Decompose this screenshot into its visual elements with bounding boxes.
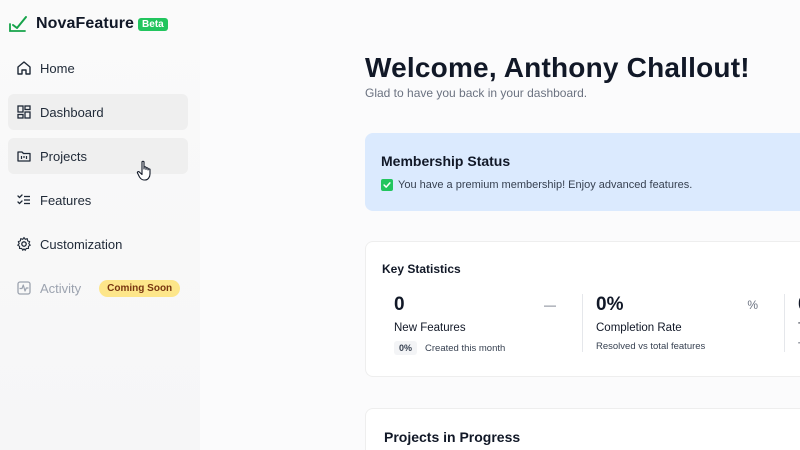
membership-text: You have a premium membership! Enjoy adv…: [398, 179, 693, 191]
stat-subtext: 0% Created this month: [394, 341, 505, 355]
percent-icon: %: [747, 298, 758, 312]
sidebar: NovaFeature Beta Home Dashboard Projects…: [0, 0, 200, 450]
hand-pointer-cursor-icon: [136, 160, 154, 182]
stat-subtext: Resolved vs total features: [596, 341, 705, 352]
coming-soon-badge: Coming Soon: [99, 279, 181, 297]
percent-badge: 0%: [394, 341, 418, 355]
sidebar-item-projects[interactable]: Projects: [8, 138, 188, 174]
sidebar-item-label: Home: [40, 60, 75, 76]
stat-divider: [784, 294, 785, 352]
app-name: NovaFeature: [36, 15, 135, 32]
stat-label: New Features: [394, 322, 466, 334]
sidebar-item-label: Customization: [40, 236, 123, 252]
stat-value: 0: [394, 294, 405, 315]
sidebar-item-home[interactable]: Home: [8, 50, 188, 86]
app-window: NovaFeature Beta Home Dashboard Projects…: [0, 0, 800, 450]
stat-subtext-label: Created this month: [425, 342, 506, 354]
beta-badge: Beta: [138, 17, 168, 31]
stat-subtext-label: Resolved vs total features: [596, 341, 706, 352]
sidebar-item-label: Activity: [40, 280, 82, 296]
projects-title: Projects in Progress: [384, 429, 521, 445]
stat-value: 0%: [596, 294, 624, 315]
page-title: Welcome, Anthony Challout!: [365, 52, 750, 83]
sidebar-item-label: Projects: [40, 148, 87, 164]
key-statistics-card: Key Statistics 0 — New Features 0% Creat…: [365, 241, 800, 377]
stat-new-features: 0 — New Features 0% Created this month: [382, 294, 568, 355]
folder-kanban-icon: [16, 148, 32, 164]
dash-icon: —: [544, 298, 556, 312]
check-mark-icon: [381, 179, 393, 191]
sidebar-nav: Home Dashboard Projects Features Customi…: [8, 50, 188, 314]
stat-divider: [582, 294, 583, 352]
dashboard-grid-icon: [16, 104, 32, 120]
sidebar-item-activity: Activity Coming Soon: [8, 270, 188, 306]
page-subtitle: Glad to have you back in your dashboard.: [365, 86, 588, 100]
stat-label: Completion Rate: [596, 322, 682, 334]
stats-title: Key Statistics: [382, 262, 461, 276]
stat-third: 0 T T: [786, 294, 800, 354]
brand[interactable]: NovaFeature Beta: [8, 14, 168, 34]
sidebar-item-features[interactable]: Features: [8, 182, 188, 218]
membership-message: You have a premium membership! Enjoy adv…: [381, 179, 692, 191]
check-logo-icon: [8, 14, 28, 34]
sidebar-item-dashboard[interactable]: Dashboard: [8, 94, 188, 130]
sidebar-item-label: Features: [40, 192, 92, 208]
main-content: Welcome, Anthony Challout! Glad to have …: [200, 0, 800, 450]
home-icon: [16, 60, 32, 76]
membership-title: Membership Status: [381, 153, 511, 169]
sidebar-item-label: Dashboard: [40, 104, 104, 120]
list-checks-icon: [16, 192, 32, 208]
activity-icon: [16, 280, 32, 296]
membership-status-card: Membership Status You have a premium mem…: [365, 133, 800, 211]
projects-in-progress-card: Projects in Progress: [365, 408, 800, 450]
stat-completion-rate: 0% % Completion Rate Resolved vs total f…: [584, 294, 770, 354]
sidebar-item-customization[interactable]: Customization: [8, 226, 188, 262]
gear-icon: [16, 236, 32, 252]
